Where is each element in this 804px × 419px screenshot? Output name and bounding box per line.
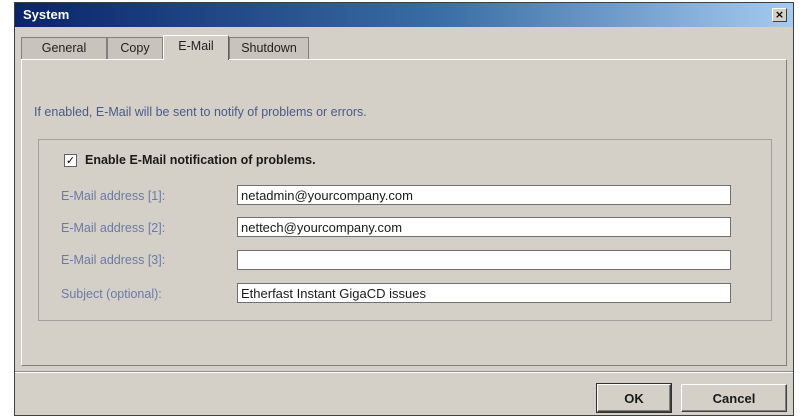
email-address-2-label: E-Mail address [2]: [61,221,166,235]
notification-group: ✓ Enable E-Mail notification of problems… [38,139,772,321]
subject-label: Subject (optional): [61,287,162,301]
enable-email-checkbox[interactable]: ✓ [64,154,77,167]
cancel-button[interactable]: Cancel [681,384,787,412]
tab-shutdown[interactable]: Shutdown [229,37,309,59]
tab-email[interactable]: E-Mail [163,35,229,60]
ok-button[interactable]: OK [596,383,672,413]
tab-copy[interactable]: Copy [107,37,163,59]
email-address-1-field[interactable] [237,185,731,205]
title-bar[interactable]: System × [15,3,793,27]
email-address-3-label: E-Mail address [3]: [61,253,166,267]
tab-general[interactable]: General [21,37,107,59]
window-title: System [23,7,70,22]
email-address-1-label: E-Mail address [1]: [61,189,166,203]
info-text: If enabled, E-Mail will be sent to notif… [34,105,367,119]
email-tab-panel: If enabled, E-Mail will be sent to notif… [21,59,787,366]
close-icon[interactable]: × [772,8,787,22]
email-address-3-field[interactable] [237,250,731,270]
email-address-2-field[interactable] [237,217,731,237]
system-dialog: System × General Copy E-Mail Shutdown If… [14,2,794,416]
subject-field[interactable] [237,283,731,303]
button-separator [15,371,793,373]
enable-email-label[interactable]: Enable E-Mail notification of problems. [85,153,316,167]
